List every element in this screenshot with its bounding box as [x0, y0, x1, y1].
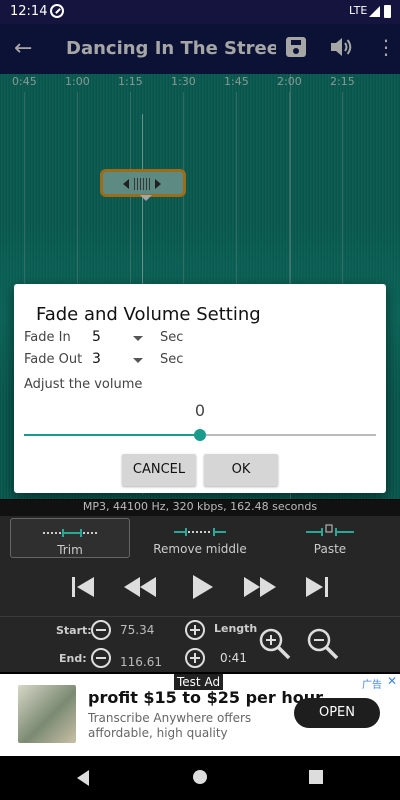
- mode-remove-middle[interactable]: Remove middle: [140, 518, 260, 558]
- system-nav-bar: [0, 756, 400, 800]
- nav-recents-icon[interactable]: [309, 770, 323, 784]
- mode-remove-middle-label: Remove middle: [153, 542, 247, 556]
- fade-in-label: Fade In: [24, 330, 71, 345]
- edit-mode-bar: Trim Remove middle Paste: [0, 516, 400, 562]
- playback-controls: [0, 562, 400, 616]
- remove-middle-icon: [174, 528, 226, 536]
- test-ad-badge: Test Ad: [174, 674, 224, 690]
- network-type: LTE: [349, 4, 368, 17]
- fade-volume-dialog: Fade and Volume Setting Fade In 5 Sec Fa…: [14, 284, 386, 493]
- cancel-button[interactable]: CANCEL: [122, 454, 196, 486]
- start-value[interactable]: 75.34: [120, 623, 154, 637]
- volume-slider[interactable]: [24, 429, 376, 441]
- selection-range-panel: Start: 75.34 End: 116.61 Length 0:41: [0, 616, 400, 672]
- volume-value: 0: [194, 401, 206, 420]
- end-label: End:: [59, 652, 87, 665]
- fade-out-dropdown-icon[interactable]: [133, 358, 143, 363]
- nav-home-icon[interactable]: [193, 770, 207, 784]
- start-decrease-icon[interactable]: [91, 620, 111, 640]
- mode-paste-label: Paste: [313, 542, 347, 556]
- dialog-title: Fade and Volume Setting: [36, 304, 261, 325]
- skip-to-start-icon[interactable]: [68, 574, 98, 600]
- fade-out-select[interactable]: 3: [92, 351, 101, 367]
- status-time: 12:14: [10, 4, 48, 19]
- ad-close-icon[interactable]: ✕: [387, 674, 397, 688]
- ad-choices-label[interactable]: 广告: [362, 676, 382, 691]
- mode-trim[interactable]: Trim: [10, 518, 130, 558]
- fade-in-dropdown-icon[interactable]: [133, 336, 143, 341]
- ad-headline[interactable]: profit $15 to $25 per hour: [88, 688, 323, 707]
- skip-to-end-icon[interactable]: [302, 574, 332, 600]
- end-increase-icon[interactable]: [185, 648, 205, 668]
- status-bar: 12:14 LTE: [0, 0, 400, 24]
- file-info: MP3, 44100 Hz, 320 kbps, 162.48 seconds: [0, 500, 400, 516]
- rewind-icon[interactable]: [122, 574, 158, 600]
- start-label: Start:: [56, 624, 92, 637]
- fade-out-label: Fade Out: [24, 352, 83, 367]
- fade-out-unit: Sec: [160, 352, 184, 367]
- ok-button[interactable]: OK: [204, 454, 278, 486]
- ad-image[interactable]: [18, 685, 76, 743]
- trim-icon: [43, 529, 99, 537]
- end-decrease-icon[interactable]: [91, 648, 111, 668]
- length-label: Length: [214, 622, 258, 635]
- mode-trim-label: Trim: [57, 543, 83, 557]
- zoom-in-icon[interactable]: [258, 627, 292, 661]
- battery-icon: [384, 5, 391, 18]
- do-not-disturb-icon: [50, 4, 64, 18]
- volume-slider-fill: [24, 434, 200, 436]
- play-icon[interactable]: [187, 574, 217, 600]
- mode-paste[interactable]: Paste: [270, 518, 390, 558]
- fade-in-select[interactable]: 5: [92, 329, 101, 345]
- fast-forward-icon[interactable]: [242, 574, 278, 600]
- volume-label: Adjust the volume: [24, 377, 143, 392]
- signal-icon: [369, 6, 380, 17]
- nav-back-icon[interactable]: [77, 770, 89, 786]
- fade-in-unit: Sec: [160, 330, 184, 345]
- length-value: 0:41: [220, 651, 247, 665]
- paste-icon: [306, 524, 354, 536]
- ad-open-button[interactable]: OPEN: [294, 698, 380, 728]
- ad-body[interactable]: Transcribe Anywhere offers affordable, h…: [88, 711, 288, 741]
- start-increase-icon[interactable]: [185, 620, 205, 640]
- volume-slider-thumb[interactable]: [194, 429, 206, 441]
- end-value[interactable]: 116.61: [120, 655, 162, 669]
- zoom-out-icon[interactable]: [306, 627, 340, 661]
